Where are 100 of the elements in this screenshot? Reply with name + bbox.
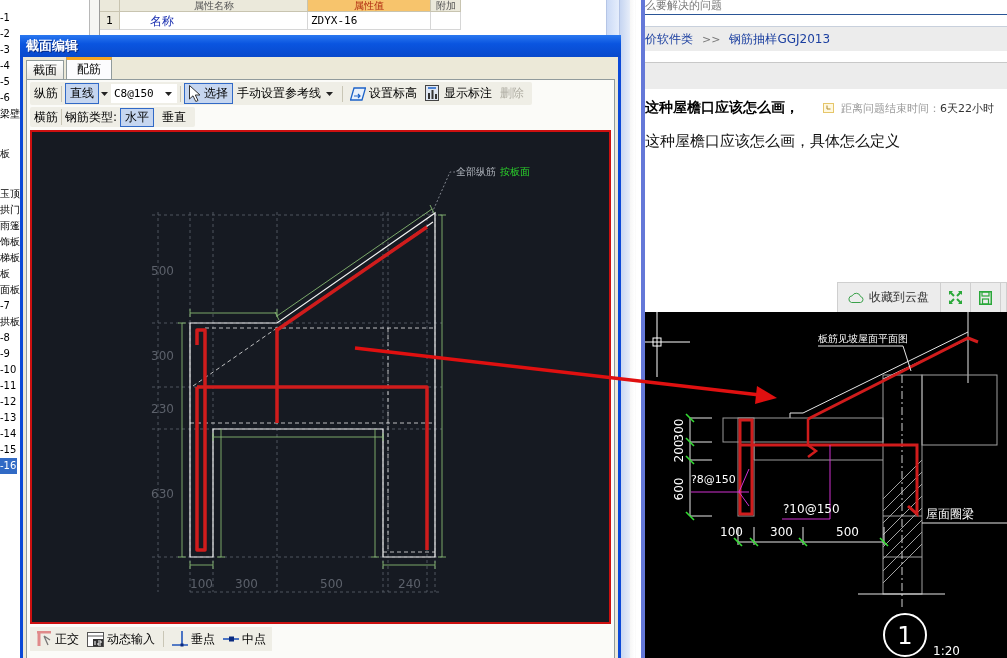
tree-item[interactable]: -8 <box>0 330 11 346</box>
leader-line <box>690 468 750 507</box>
caret-icon[interactable] <box>326 91 333 96</box>
column-header[interactable]: 附加 <box>431 0 461 12</box>
cloud-icon <box>848 292 864 303</box>
tree-item[interactable]: -16 <box>0 458 18 474</box>
set-elevation-button[interactable]: 设置标高 <box>346 83 421 104</box>
select-button[interactable]: 选择 <box>184 83 233 104</box>
tree-item[interactable]: -3 <box>0 42 11 58</box>
dimension-label: 100 <box>720 525 743 539</box>
question-body: 这种屋檐口应该怎么画，具体怎么定义 <box>645 132 901 150</box>
tree-item[interactable]: -5 <box>0 74 11 90</box>
row-number: 1 <box>100 12 120 30</box>
deadline-value: 6天22小时 <box>940 100 994 116</box>
tree-item[interactable]: 雨篷 <box>0 218 21 234</box>
rebar-type-button[interactable]: 水平 <box>120 107 155 127</box>
tree-item[interactable]: 玉顶 <box>0 186 21 202</box>
line-mode-button[interactable]: 直线 <box>65 83 99 104</box>
tab[interactable]: 配筋 <box>66 57 112 79</box>
toolbar-label: 横筋 <box>34 108 58 126</box>
dimension-label: 630 <box>151 487 174 501</box>
toolbar-label: 钢筋类型: <box>65 108 118 126</box>
tree-item[interactable]: -6 <box>0 90 11 106</box>
dimension-label: 300 <box>235 577 258 591</box>
tree-item[interactable]: -14 <box>0 426 18 442</box>
beam-label: 屋面圈梁 <box>926 507 974 521</box>
rebar-note-value: 按板面 <box>500 166 530 177</box>
dimension-label: 500 <box>320 577 343 591</box>
tree-item[interactable]: 梯板 <box>0 250 21 266</box>
rebar-label: ?8@150 <box>691 473 736 486</box>
caret-icon[interactable] <box>101 91 108 96</box>
tree-item[interactable]: -9 <box>0 346 11 362</box>
dimension-label: 300 <box>151 349 174 363</box>
breadcrumb-link[interactable]: 价软件类 <box>645 30 693 48</box>
column-header[interactable]: 属性名称 <box>120 0 308 12</box>
input-box-icon <box>87 631 104 647</box>
window-title: 截面编辑 <box>26 37 78 55</box>
spec-dropdown[interactable]: C8@150 <box>111 84 177 103</box>
breadcrumb-link[interactable]: 钢筋抽样GGJ2013 <box>729 30 831 48</box>
tree-item[interactable]: 拱门 <box>0 202 21 218</box>
snap-button[interactable]: 正交 <box>33 628 82 650</box>
tree-item[interactable]: 板 <box>0 146 11 162</box>
breadcrumb-separator: >> <box>702 32 721 46</box>
rebar-label: ?10@150 <box>783 502 840 516</box>
table-header-corner <box>100 0 120 12</box>
snap-button[interactable]: 垂点 <box>169 628 218 650</box>
drawing-canvas[interactable]: 500 300 230 630 100 300 500 240 全部纵筋 按板面 <box>30 130 611 624</box>
axis-line <box>967 312 969 384</box>
tree-item[interactable]: -7 <box>0 298 11 314</box>
tree-item[interactable]: 拱板 <box>0 314 21 330</box>
tree-item[interactable]: -10 <box>0 362 18 378</box>
page-text: 么要解决的问题 <box>645 0 1007 15</box>
dimension-label: 240 <box>398 577 421 591</box>
dimension-line <box>189 560 214 570</box>
deadline-label: 距离问题结束时间： <box>841 100 940 116</box>
tree-item[interactable]: -12 <box>0 394 18 410</box>
dimension-label: 230 <box>151 402 174 416</box>
caret-icon[interactable] <box>165 91 172 96</box>
parallelogram-icon <box>350 86 366 101</box>
leader-line <box>431 171 456 214</box>
toolbar-label: 纵筋 <box>34 85 58 102</box>
tree-item[interactable]: 面板 <box>0 282 21 298</box>
tree-item[interactable]: 板 <box>0 266 11 282</box>
guide-line-menu[interactable]: 手动设置参考线 <box>233 83 339 104</box>
scale-label: 1:20 <box>933 644 960 657</box>
tree-item[interactable]: -11 <box>0 378 18 394</box>
rebar-note: 全部纵筋 <box>456 166 496 177</box>
table-cell <box>431 12 461 30</box>
tree-item[interactable]: -1 <box>0 10 11 26</box>
tab[interactable]: 截面 <box>26 60 64 79</box>
vertical-scrollbar[interactable] <box>620 0 645 658</box>
cursor-icon <box>189 85 201 102</box>
dimension-label: 500 <box>151 264 174 278</box>
midpoint-icon <box>223 636 239 642</box>
clock-icon <box>823 103 834 113</box>
tree-item[interactable]: 梁壁 <box>0 106 21 122</box>
save-icon <box>979 290 992 305</box>
drawing-note: 板筋见坡屋面平面图 <box>818 333 908 344</box>
rebar-type-button[interactable]: 垂直 <box>157 107 192 127</box>
table-cell: 名称 <box>120 12 308 30</box>
snap-button[interactable]: 动态输入 <box>84 628 158 650</box>
show-labels-button[interactable]: 显示标注 <box>421 83 496 104</box>
snap-button[interactable]: 中点 <box>220 628 269 650</box>
document-chart-icon <box>425 85 441 102</box>
tree-item[interactable]: -2 <box>0 26 11 42</box>
question-title: 这种屋檐口应该怎么画， <box>645 99 799 117</box>
tree-item[interactable]: -4 <box>0 58 11 74</box>
dimension-label: 300 <box>770 525 793 539</box>
tree-item[interactable]: -13 <box>0 410 18 426</box>
angle-icon <box>36 631 52 647</box>
tree-item[interactable]: 饰板 <box>0 234 21 250</box>
dimension-label: 200 <box>672 439 686 463</box>
dimension-line <box>382 560 436 570</box>
dimension-label: 100 <box>190 577 213 591</box>
section-circle <box>883 613 927 657</box>
dimension-label: 600 <box>672 477 686 501</box>
column-header[interactable]: 属性值 <box>308 0 431 12</box>
tree-item[interactable]: -15 <box>0 442 18 458</box>
dimension-label: 500 <box>836 525 859 539</box>
table-cell: ZDYX-16 <box>308 12 431 30</box>
